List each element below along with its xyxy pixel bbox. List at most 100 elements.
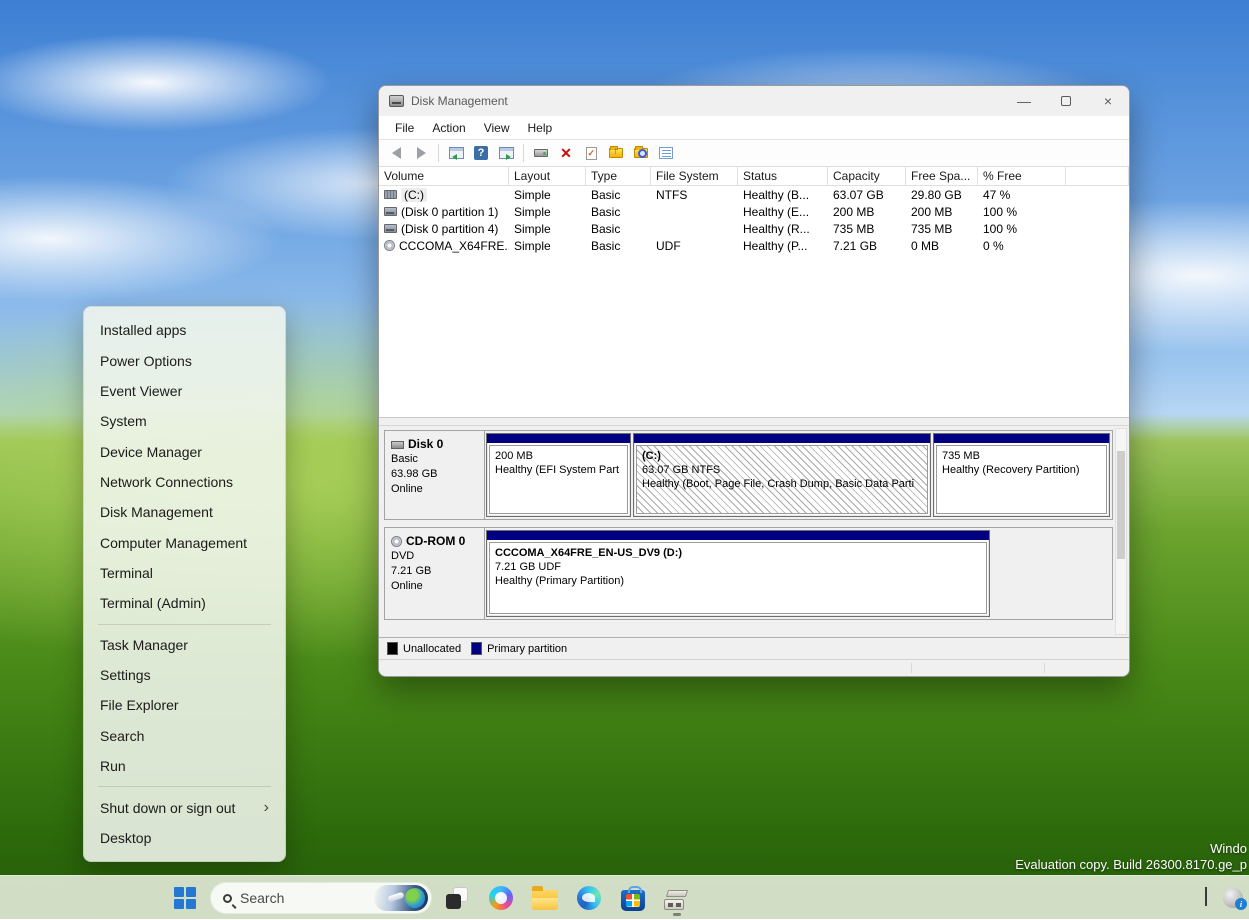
winx-system[interactable]: System	[88, 406, 281, 436]
search-icon	[223, 894, 232, 903]
task-view-button[interactable]	[438, 879, 476, 917]
vertical-scrollbar[interactable]	[1115, 428, 1127, 635]
globe-icon	[405, 888, 425, 908]
disk-drive-icon	[664, 890, 690, 910]
winx-installed-apps[interactable]: Installed apps	[88, 315, 281, 345]
cell-pct: 47 %	[978, 188, 1066, 202]
column-status[interactable]: Status	[738, 167, 828, 185]
winx-terminal[interactable]: Terminal	[88, 558, 281, 588]
mark-partition-icon[interactable]	[580, 142, 602, 164]
partition-color-bar	[487, 531, 989, 540]
cdrom0-label[interactable]: CD-ROM 0 DVD 7.21 GB Online	[385, 528, 485, 619]
scrollbar-thumb[interactable]	[1117, 451, 1125, 559]
partition-status: Healthy (Primary Partition)	[495, 574, 981, 588]
partition-efi[interactable]: 200 MB Healthy (EFI System Part	[486, 433, 631, 517]
toolbar-separator	[438, 144, 439, 162]
winx-disk-management[interactable]: Disk Management	[88, 497, 281, 527]
pane-splitter[interactable]	[379, 418, 1129, 426]
microsoft-store-button[interactable]	[614, 879, 652, 917]
winx-desktop[interactable]: Desktop	[88, 823, 281, 853]
partition-size: 200 MB	[495, 449, 622, 463]
cell-layout: Simple	[509, 188, 586, 202]
graphical-view: Disk 0 Basic 63.98 GB Online 200 MB Heal…	[379, 426, 1129, 637]
winx-settings[interactable]: Settings	[88, 660, 281, 690]
file-explorer-button[interactable]	[526, 879, 564, 917]
copilot-button[interactable]	[482, 879, 520, 917]
column-capacity[interactable]: Capacity	[828, 167, 906, 185]
maximize-button[interactable]	[1045, 86, 1087, 116]
winx-shutdown[interactable]: Shut down or sign out ›	[88, 792, 281, 822]
tray-overflow-chevron[interactable]	[1205, 889, 1207, 907]
title-bar[interactable]: Disk Management — ×	[379, 86, 1129, 116]
toolbar-separator	[523, 144, 524, 162]
winx-computer-management[interactable]: Computer Management	[88, 528, 281, 558]
show-action-pane-icon[interactable]	[495, 142, 517, 164]
volume-row-partition4[interactable]: (Disk 0 partition 4) Simple Basic Health…	[379, 220, 1129, 237]
menu-view[interactable]: View	[476, 119, 518, 137]
volume-row-partition1[interactable]: (Disk 0 partition 1) Simple Basic Health…	[379, 203, 1129, 220]
column-layout[interactable]: Layout	[509, 167, 586, 185]
partition-name: CCCOMA_X64FRE_EN-US_DV9 (D:)	[495, 546, 981, 560]
open-folder-icon[interactable]	[605, 142, 627, 164]
forward-icon[interactable]	[410, 142, 432, 164]
winx-task-manager[interactable]: Task Manager	[88, 630, 281, 660]
column-volume[interactable]: Volume	[379, 167, 509, 185]
column-free-space[interactable]: Free Spa...	[906, 167, 978, 185]
column-file-system[interactable]: File System	[651, 167, 738, 185]
disk-view-icon[interactable]	[530, 142, 552, 164]
taskbar-search[interactable]: Search	[210, 882, 432, 914]
partition-color-bar	[487, 434, 630, 443]
winx-network-connections[interactable]: Network Connections	[88, 467, 281, 497]
menu-file[interactable]: File	[387, 119, 422, 137]
search-highlight-image	[374, 885, 428, 911]
winx-device-manager[interactable]: Device Manager	[88, 436, 281, 466]
properties-icon[interactable]	[655, 142, 677, 164]
cell-status: Healthy (P...	[738, 239, 828, 253]
column-pct-free[interactable]: % Free	[978, 167, 1066, 185]
menu-action[interactable]: Action	[424, 119, 473, 137]
disk-management-taskbar-button[interactable]	[658, 879, 696, 917]
minimize-button[interactable]: —	[1003, 86, 1045, 116]
winx-event-viewer[interactable]: Event Viewer	[88, 376, 281, 406]
winx-search[interactable]: Search	[88, 721, 281, 751]
delete-volume-icon[interactable]: ✕	[555, 142, 577, 164]
volume-name: (C:)	[401, 188, 427, 202]
close-button[interactable]: ×	[1087, 86, 1129, 116]
winx-separator	[98, 786, 271, 787]
cell-fs: NTFS	[651, 188, 738, 202]
partition-dvd[interactable]: CCCOMA_X64FRE_EN-US_DV9 (D:) 7.21 GB UDF…	[486, 530, 990, 617]
volume-row-c[interactable]: (C:) Simple Basic NTFS Healthy (B... 63.…	[379, 186, 1129, 203]
partition-status: Healthy (EFI System Part	[495, 463, 622, 477]
menu-help[interactable]: Help	[520, 119, 561, 137]
edge-button[interactable]	[570, 879, 608, 917]
volume-row-dvd[interactable]: CCCOMA_X64FRE... Simple Basic UDF Health…	[379, 237, 1129, 254]
watermark-line2: Evaluation copy. Build 26300.8170.ge_p	[1015, 857, 1247, 873]
explore-folder-icon[interactable]	[630, 142, 652, 164]
cell-free: 0 MB	[906, 239, 978, 253]
copilot-icon	[489, 886, 513, 910]
partition-c-selected[interactable]: (C:) 63.07 GB NTFS Healthy (Boot, Page F…	[633, 433, 931, 517]
disk-name: Disk 0	[408, 437, 443, 452]
winx-power-options[interactable]: Power Options	[88, 345, 281, 375]
help-icon[interactable]: ?	[470, 142, 492, 164]
show-console-tree-icon[interactable]	[445, 142, 467, 164]
winx-separator	[98, 624, 271, 625]
cell-status: Healthy (B...	[738, 188, 828, 202]
onedrive-tray-icon[interactable]: i	[1223, 888, 1243, 908]
winx-run[interactable]: Run	[88, 751, 281, 781]
cd-icon	[384, 240, 395, 251]
start-button[interactable]	[166, 879, 204, 917]
cell-type: Basic	[586, 239, 651, 253]
column-type[interactable]: Type	[586, 167, 651, 185]
legend-unallocated-label: Unallocated	[403, 643, 461, 655]
store-icon	[621, 890, 645, 911]
winx-file-explorer[interactable]: File Explorer	[88, 690, 281, 720]
cell-capacity: 63.07 GB	[828, 188, 906, 202]
disk0-label[interactable]: Disk 0 Basic 63.98 GB Online	[385, 431, 485, 519]
back-icon[interactable]	[385, 142, 407, 164]
statusbar-separator	[1044, 663, 1045, 673]
disk-state: Online	[391, 482, 478, 497]
partition-recovery[interactable]: 735 MB Healthy (Recovery Partition)	[933, 433, 1110, 517]
search-placeholder: Search	[240, 890, 366, 906]
winx-terminal-admin[interactable]: Terminal (Admin)	[88, 588, 281, 618]
